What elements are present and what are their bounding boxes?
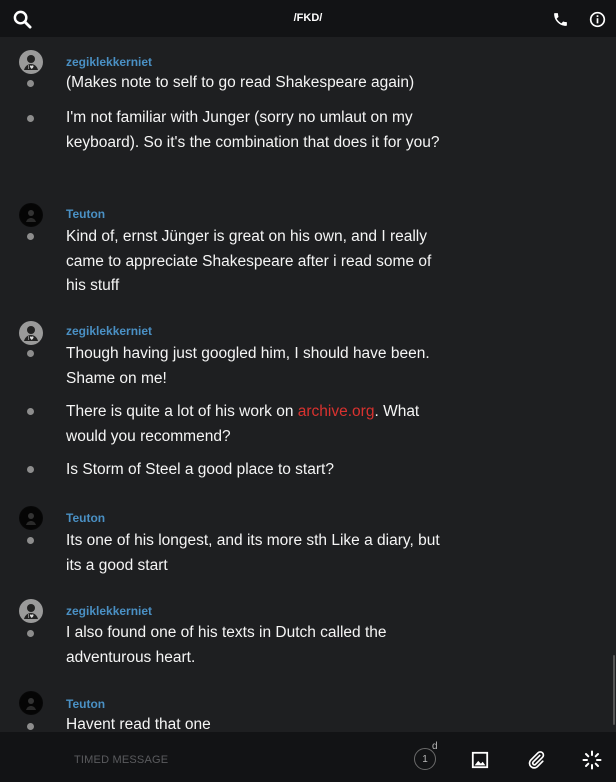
archive-link[interactable]: archive.org	[298, 403, 375, 420]
avatar[interactable]: I♥	[19, 50, 43, 74]
avatar[interactable]: I♥	[19, 321, 43, 345]
chat-title: /FKD/	[293, 12, 323, 24]
message-bullet	[27, 723, 34, 730]
message-bullet	[27, 80, 34, 87]
message-bullet	[27, 350, 34, 357]
username[interactable]: zegiklekkerniet	[66, 55, 152, 69]
message-text: Its one of his longest, and its more sth…	[66, 532, 440, 574]
paperclip-icon[interactable]	[524, 748, 548, 772]
message-input[interactable]: TIMED MESSAGE	[74, 754, 168, 766]
phone-icon[interactable]	[549, 8, 571, 30]
message-text: (Makes note to self to go read Shakespea…	[66, 74, 415, 91]
username[interactable]: Teuton	[66, 697, 105, 711]
svg-text:I♥: I♥	[28, 336, 34, 342]
composer-bar: TIMED MESSAGE 1 d	[0, 732, 616, 782]
scrollbar[interactable]	[613, 655, 615, 725]
message-bullet	[27, 233, 34, 240]
username[interactable]: Teuton	[66, 207, 105, 221]
message-text: I'm not familiar with Junger (sorry no u…	[66, 109, 440, 151]
avatar[interactable]	[19, 203, 43, 227]
username[interactable]: Teuton	[66, 511, 105, 525]
message-text: Is Storm of Steel a good place to start?	[66, 461, 334, 478]
timer-value: 1	[422, 753, 428, 765]
message-bullet	[27, 408, 34, 415]
message-bullet	[27, 115, 34, 122]
message-text: Though having just googled him, I should…	[66, 345, 430, 387]
message-text: There is quite a lot of his work on arch…	[66, 403, 420, 445]
message-bullet	[27, 537, 34, 544]
loading-icon[interactable]	[580, 748, 604, 772]
image-icon[interactable]	[468, 748, 492, 772]
svg-text:I♥: I♥	[28, 614, 34, 620]
message-text: Kind of, ernst Jünger is great on his ow…	[66, 228, 432, 294]
svg-text:I♥: I♥	[28, 65, 34, 71]
avatar[interactable]	[19, 506, 43, 530]
avatar[interactable]	[19, 691, 43, 715]
username[interactable]: zegiklekkerniet	[66, 324, 152, 338]
message-text: I also found one of his texts in Dutch c…	[66, 624, 387, 666]
username[interactable]: zegiklekkerniet	[66, 604, 152, 618]
message-list[interactable]: I♥ zegiklekkerniet (Makes note to self t…	[0, 37, 616, 732]
message-bullet	[27, 630, 34, 637]
timer-unit: d	[432, 741, 438, 752]
top-bar: /FKD/	[0, 0, 616, 37]
info-icon[interactable]	[586, 8, 608, 30]
message-bullet	[27, 466, 34, 473]
message-text: Havent read that one	[66, 716, 211, 732]
avatar[interactable]: I♥	[19, 599, 43, 623]
